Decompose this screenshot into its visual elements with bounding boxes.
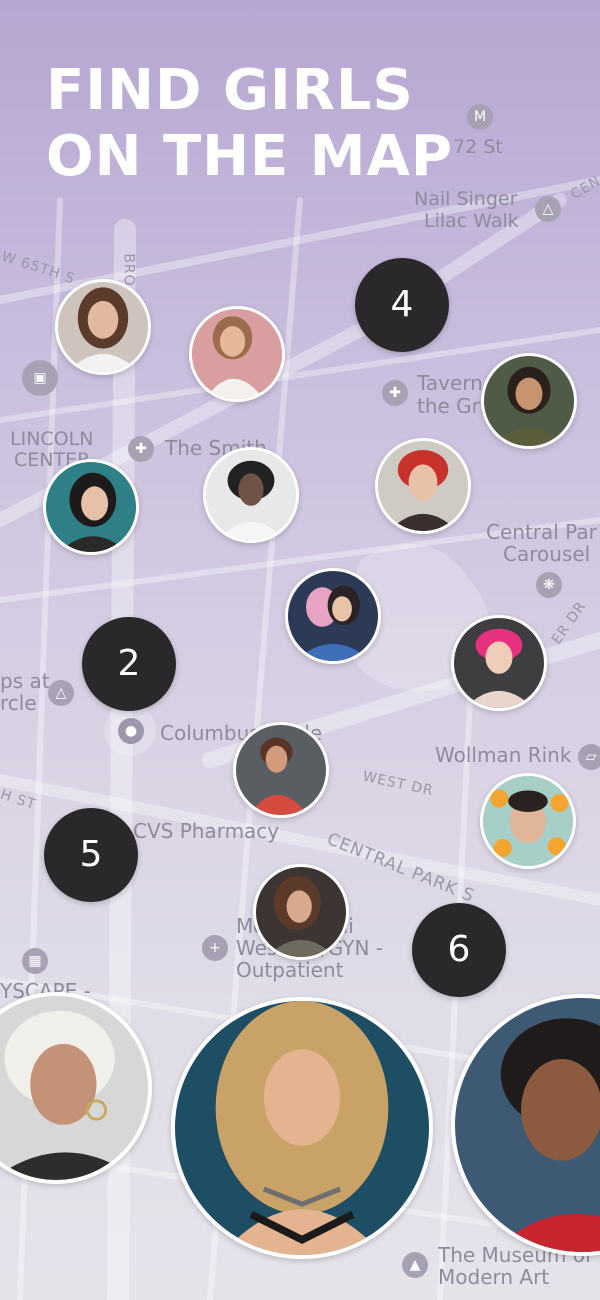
- profile-avatar[interactable]: [233, 722, 329, 818]
- theater-icon: ▣: [22, 360, 58, 396]
- shopping-bag-icon: △: [535, 196, 561, 222]
- headline-line-2: ON THE MAP: [46, 124, 453, 189]
- map-label-the-green: the Gr: [417, 394, 480, 418]
- map-label-72-st: 72 St: [453, 136, 503, 158]
- map-label-cvs-pharmacy: CVS Pharmacy: [133, 819, 280, 843]
- profile-avatar[interactable]: [253, 864, 349, 960]
- profile-avatar[interactable]: [203, 447, 299, 543]
- cluster-marker-4[interactable]: 4: [355, 258, 449, 352]
- map-label-tavern: Tavern: [417, 371, 483, 395]
- map-label-carousel: Carousel: [503, 542, 591, 566]
- cluster-marker-6[interactable]: 6: [412, 903, 506, 997]
- profile-avatar[interactable]: [481, 353, 577, 449]
- fork-knife-icon: ✚: [382, 380, 408, 406]
- profile-avatar[interactable]: [43, 459, 139, 555]
- rink-icon: ▱: [578, 744, 600, 770]
- cluster-marker-2[interactable]: 2: [82, 617, 176, 711]
- profile-avatar[interactable]: [451, 615, 547, 711]
- map-label-nail-singer: Nail Singer: [414, 188, 518, 210]
- profile-avatar[interactable]: [285, 568, 381, 664]
- avenue-3: [437, 697, 473, 1300]
- subway-icon: M: [467, 104, 493, 130]
- profile-avatar[interactable]: [189, 306, 285, 402]
- location-pin-icon: ●: [118, 718, 144, 744]
- profile-avatar[interactable]: [375, 438, 471, 534]
- cluster-marker-5[interactable]: 5: [44, 808, 138, 902]
- carousel-icon: ❋: [536, 572, 562, 598]
- map-label-lilac-walk: Lilac Walk: [424, 210, 519, 232]
- map-label-outpatient: Outpatient: [236, 958, 344, 982]
- featured-profile-avatar[interactable]: [171, 997, 433, 1259]
- profile-avatar[interactable]: [480, 773, 576, 869]
- building-icon: ▦: [22, 948, 48, 974]
- headline: FIND GIRLS ON THE MAP: [46, 58, 453, 190]
- street-label-broadway: BRO: [120, 253, 137, 287]
- shopping-icon: △: [48, 680, 74, 706]
- map-label-circle: rcle: [0, 691, 37, 715]
- map-label-shops-at: ps at: [0, 669, 50, 693]
- headline-line-1: FIND GIRLS: [46, 58, 414, 123]
- restaurant-icon: ✚: [128, 436, 154, 462]
- screen: M 72 St Nail Singer Lilac Walk △ W 65TH …: [0, 0, 600, 1300]
- hospital-icon: +: [202, 935, 228, 961]
- map-label-lincoln: LINCOLN: [10, 428, 94, 450]
- map-label-wollman-rink: Wollman Rink: [435, 743, 572, 767]
- profile-avatar[interactable]: [55, 279, 151, 375]
- museum-icon: ▲: [402, 1252, 428, 1278]
- map-label-modern-art: Modern Art: [438, 1265, 550, 1289]
- map-label-central-park: Central Par: [486, 520, 597, 544]
